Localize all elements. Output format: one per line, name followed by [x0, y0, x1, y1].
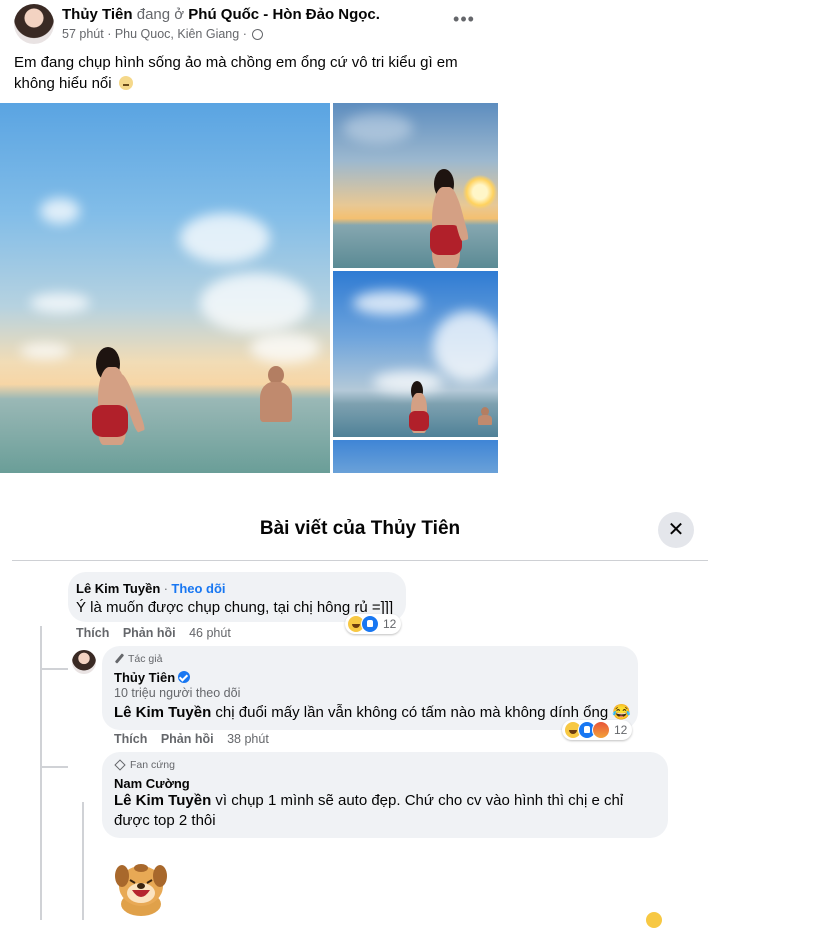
reaction-count: 12: [383, 617, 397, 631]
caption-text: Em đang chụp hình sống ảo mà chồng em ổn…: [14, 54, 458, 92]
comment-bubble: Fan cứng Nam Cường Lê Kim Tuyền vì chụp …: [102, 752, 668, 838]
man-figure: [477, 407, 493, 427]
badge-label: Tác giả: [128, 653, 163, 665]
dog-sticker-icon: [115, 864, 167, 916]
comment-text: Ý là muốn được chụp chung, tại chị hông …: [76, 599, 394, 616]
separator: ·: [160, 582, 172, 596]
woman-figure: [428, 169, 478, 268]
follower-count: 10 triệu người theo dõi: [114, 686, 241, 700]
comment-body: Lê Kim Tuyền vì chụp 1 mình sẽ auto đẹp.…: [114, 791, 662, 831]
post-meta: 57 phút · Phu Quoc, Kiên Giang ·: [62, 27, 264, 41]
comment-time[interactable]: 38 phút: [227, 732, 269, 746]
at-text: đang ở: [136, 6, 185, 23]
commenter-name[interactable]: Lê Kim Tuyền: [76, 581, 160, 596]
mention-link[interactable]: Lê Kim Tuyền: [114, 792, 211, 809]
thread-line: [40, 766, 68, 768]
comment-time[interactable]: 46 phút: [189, 626, 231, 640]
pen-icon: [114, 654, 124, 664]
woman-figure: [407, 381, 437, 437]
facebook-post: Thủy Tiên đang ở Phú Quốc - Hòn Đảo Ngọc…: [0, 0, 498, 473]
haha-emoji-icon: [646, 912, 662, 928]
man-figure: [250, 366, 300, 426]
woman-figure: [88, 347, 148, 452]
author-name[interactable]: Thủy Tiên: [62, 6, 133, 23]
comment-actions: Thích Phản hồi 46 phút: [76, 626, 231, 640]
badge-label: Fan cứng: [130, 759, 175, 771]
reaction-count: 12: [614, 723, 628, 737]
close-icon: ✕: [667, 519, 685, 541]
photo-4[interactable]: [333, 440, 498, 473]
verified-badge-icon: [178, 671, 191, 683]
like-button[interactable]: Thích: [114, 732, 147, 746]
like-reaction-icon: [361, 615, 379, 633]
author-badge: Tác giả: [114, 653, 162, 665]
post-header: Thủy Tiên đang ở Phú Quốc - Hòn Đảo Ngọc…: [62, 6, 380, 23]
fan-badge: Fan cứng: [114, 759, 175, 771]
comment-body: Lê Kim Tuyền chị đuổi mấy lần vẫn không …: [114, 703, 631, 723]
more-options-button[interactable]: •••: [450, 8, 478, 36]
photo-2[interactable]: [333, 103, 498, 268]
post-caption: Em đang chụp hình sống ảo mà chồng em ổn…: [14, 52, 484, 94]
reactions-summary[interactable]: 12: [345, 614, 402, 634]
thread-line: [40, 626, 42, 920]
reactions-summary[interactable]: 12: [562, 720, 633, 740]
author-avatar[interactable]: [72, 650, 96, 674]
photo-1[interactable]: [0, 103, 330, 473]
dialog-divider: [12, 560, 708, 561]
neutral-face-emoji-icon: [118, 76, 133, 90]
thread-line: [82, 802, 84, 920]
post-place: Phu Quoc, Kiên Giang: [114, 27, 240, 41]
post-time[interactable]: 57 phút: [62, 27, 104, 41]
like-button[interactable]: Thích: [76, 626, 109, 640]
location-link[interactable]: Phú Quốc - Hòn Đảo Ngọc.: [188, 6, 380, 23]
photo-3[interactable]: [333, 271, 498, 437]
thread-line: [40, 668, 68, 670]
commenter-name[interactable]: Thủy Tiên: [114, 670, 175, 685]
comment-text: chị đuổi mấy lần vẫn không có tấm nào mà…: [211, 704, 632, 721]
diamond-icon: [114, 759, 126, 771]
comment-actions: Thích Phản hồi 38 phút: [114, 732, 269, 746]
reply-bubble: Tác giả Thủy Tiên 10 triệu người theo dõ…: [102, 646, 638, 730]
close-button[interactable]: ✕: [658, 512, 694, 548]
reply-button[interactable]: Phản hồi: [161, 732, 214, 746]
angry-reaction-icon: [592, 721, 610, 739]
dialog-title: Bài viết của Thủy Tiên: [259, 518, 461, 539]
reply-button[interactable]: Phản hồi: [123, 626, 176, 640]
mention-link[interactable]: Lê Kim Tuyền: [114, 704, 211, 721]
follow-link[interactable]: Theo dõi: [171, 581, 225, 596]
author-avatar[interactable]: [14, 4, 54, 44]
globe-icon: [252, 29, 264, 40]
commenter-name[interactable]: Nam Cường: [114, 776, 190, 791]
